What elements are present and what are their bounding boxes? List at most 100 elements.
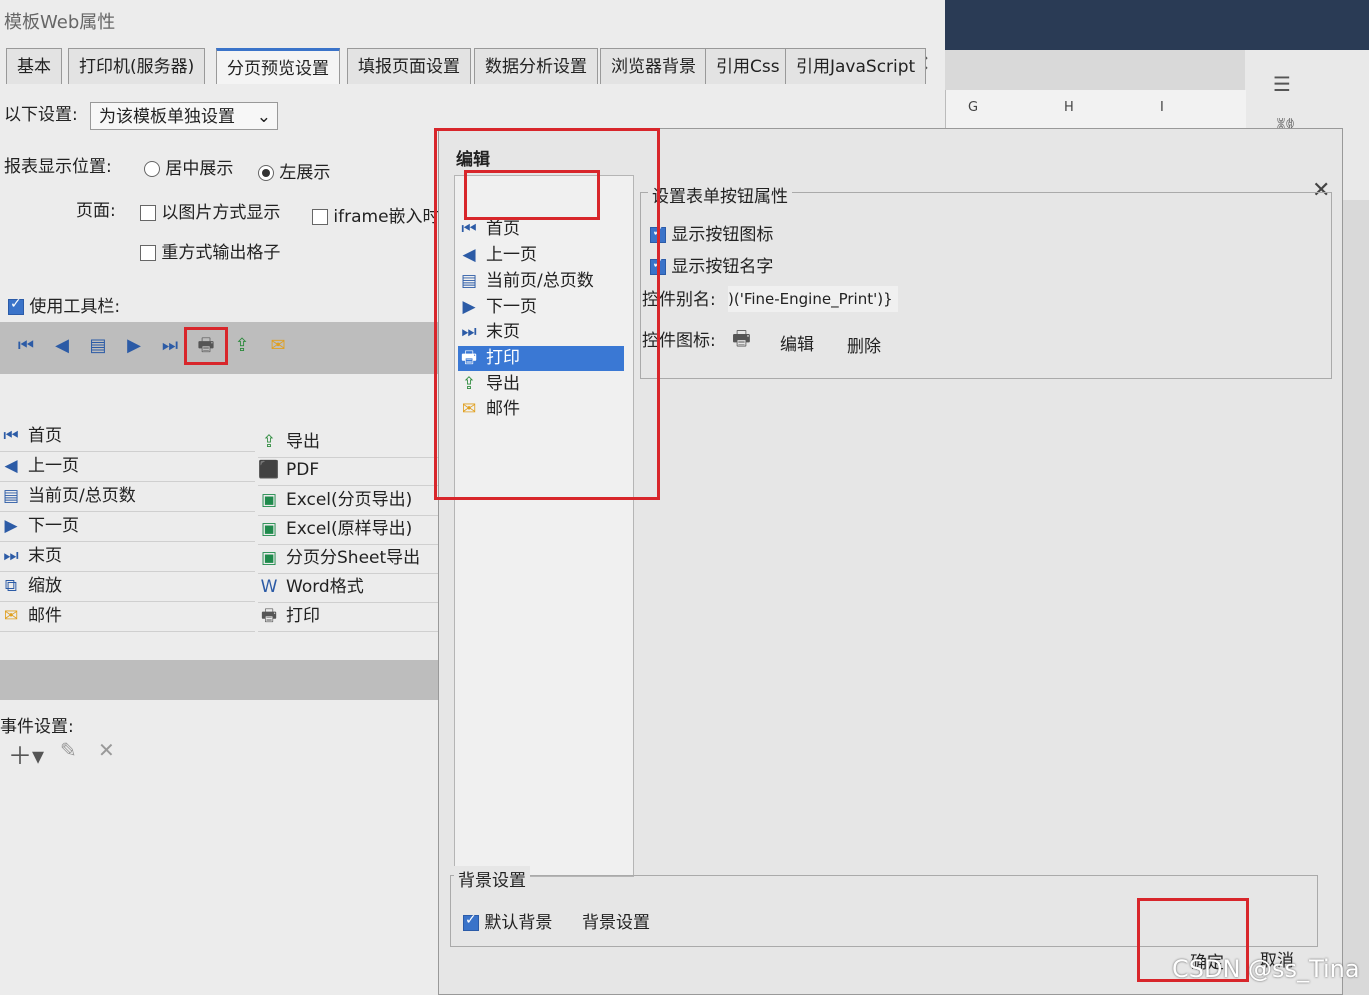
list-item[interactable]: ⇪ 导出 — [258, 428, 443, 458]
edit-icon[interactable]: ✎ — [60, 738, 77, 762]
export-icon: ⇪ — [261, 432, 277, 452]
highlight-order-controls — [464, 170, 600, 220]
window-title: 模板Web属性 — [4, 12, 116, 33]
list-item[interactable]: W Word格式 — [258, 573, 443, 603]
list-item[interactable]: ◀ 上一页 — [0, 452, 255, 482]
list-item-label: 末页 — [28, 546, 62, 566]
first-page-icon: ⏮ — [3, 426, 19, 446]
page-count-icon: ▤ — [2, 486, 20, 506]
list-item-label: Word格式 — [286, 577, 364, 597]
word-icon: W — [260, 577, 278, 597]
list-item[interactable]: ⏭ 末页 — [0, 542, 255, 572]
list-item[interactable]: ▣ Excel(原样导出) — [258, 515, 443, 545]
checkbox[interactable] — [140, 245, 156, 261]
checkbox-image-label: 以图片方式显示 — [161, 203, 281, 223]
page-count-icon[interactable]: ▤ — [84, 332, 112, 360]
checkbox-iframe[interactable]: iframe嵌入时 — [312, 202, 440, 227]
add-icon[interactable]: ＋▾ — [8, 736, 44, 771]
export-icon[interactable]: ⇪ — [228, 332, 256, 360]
checkbox-default-bg[interactable]: 默认背景 — [463, 908, 552, 933]
list-item[interactable]: ⧉ 缩放 — [0, 572, 255, 602]
background-settings-button[interactable]: 背景设置 — [582, 908, 650, 933]
list-item[interactable]: ⏮ 首页 — [0, 422, 255, 452]
edit-button[interactable]: 编辑 — [780, 330, 814, 355]
column-header-g[interactable]: G — [968, 100, 978, 115]
checkbox-image-display[interactable]: 以图片方式显示 — [140, 198, 280, 223]
tab-fill-page[interactable]: 填报页面设置 — [347, 48, 471, 84]
list-item-label: Excel(分页导出) — [286, 490, 413, 510]
settings-select-value: 为该模板单独设置 — [99, 107, 235, 127]
column-header-h[interactable]: H — [1064, 100, 1074, 115]
tab-printer[interactable]: 打印机(服务器) — [68, 48, 206, 84]
excel-icon: ▣ — [260, 490, 278, 510]
list-item-label: Excel(原样导出) — [286, 519, 413, 539]
radio-button[interactable] — [258, 165, 274, 181]
format-icon[interactable]: ☰ — [1273, 72, 1291, 96]
checkbox-show-name[interactable]: 显示按钮名字 — [650, 252, 773, 277]
list-item[interactable]: ▣ 分页分Sheet导出 — [258, 544, 443, 574]
excel-icon: ▣ — [260, 548, 278, 568]
checkbox-repeat-grid[interactable]: 重方式输出格子 — [140, 238, 280, 263]
tab-css[interactable]: 引用Css — [705, 48, 791, 84]
list-item[interactable]: ▶ 下一页 — [0, 512, 255, 542]
print-icon: 🖶 — [260, 606, 278, 626]
tab-paging-preview[interactable]: 分页预览设置 — [216, 48, 340, 84]
watermark: CSDN @ss_Tina — [1172, 955, 1360, 983]
checkbox[interactable] — [312, 209, 328, 225]
settings-select[interactable]: 为该模板单独设置 ⌄ — [90, 102, 278, 130]
checkbox-repeat-label: 重方式输出格子 — [161, 243, 281, 263]
radio-center[interactable]: 居中展示 — [144, 154, 233, 179]
alias-input-value: )('Fine-Engine_Print')} — [728, 290, 893, 308]
settings-label: 以下设置: — [4, 105, 78, 125]
tab-browser-bg[interactable]: 浏览器背景 — [600, 48, 707, 84]
tab-javascript[interactable]: 引用JavaScript — [785, 48, 927, 84]
events-label: 事件设置: — [0, 717, 74, 737]
list-item[interactable]: 🖶 打印 — [258, 602, 443, 632]
last-page-icon[interactable]: ⏭ — [156, 332, 184, 360]
next-page-icon: ▶ — [4, 516, 18, 536]
first-page-icon[interactable]: ⏮ — [12, 332, 40, 360]
alias-input[interactable]: )('Fine-Engine_Print')} — [728, 286, 898, 312]
delete-button[interactable]: 删除 — [847, 332, 881, 357]
radio-left[interactable]: 左展示 — [258, 158, 330, 183]
radio-center-label: 居中展示 — [165, 159, 234, 179]
list-item-label: 打印 — [286, 606, 320, 626]
divider-band — [0, 660, 445, 700]
checkbox-toolbar-label: 使用工具栏: — [29, 297, 121, 317]
list-item[interactable]: ⬛ PDF — [258, 456, 443, 486]
highlight-print-toolbar — [184, 327, 228, 365]
pdf-icon: ⬛ — [258, 460, 280, 480]
checkbox-use-toolbar[interactable]: 使用工具栏: — [8, 292, 120, 317]
column-header-i[interactable]: I — [1160, 100, 1164, 115]
list-item-label: 下一页 — [28, 516, 79, 536]
next-page-icon[interactable]: ▶ — [120, 332, 148, 360]
chevron-down-icon: ⌄ — [256, 107, 271, 127]
list-item-label: PDF — [286, 460, 320, 480]
checkbox-show-icon-label: 显示按钮图标 — [671, 225, 774, 245]
list-item-label: 当前页/总页数 — [28, 486, 136, 506]
checkbox[interactable] — [8, 296, 24, 315]
list-item-label: 邮件 — [28, 606, 62, 626]
list-item-label: 导出 — [286, 432, 320, 452]
list-item[interactable]: ▤ 当前页/总页数 — [0, 482, 255, 512]
background-strip — [945, 0, 1369, 50]
delete-icon[interactable]: ✕ — [98, 738, 115, 762]
radio-button[interactable] — [144, 161, 160, 177]
tab-basic[interactable]: 基本 — [6, 48, 62, 84]
list-item[interactable]: ▣ Excel(分页导出) — [258, 486, 443, 516]
tab-data-analysis[interactable]: 数据分析设置 — [474, 48, 598, 84]
checkbox-show-name-label: 显示按钮名字 — [671, 257, 774, 277]
list-item-label: 分页分Sheet导出 — [286, 548, 421, 568]
checkbox[interactable] — [140, 205, 156, 221]
list-item-label: 首页 — [28, 426, 62, 446]
group-title: 背景设置 — [454, 866, 530, 891]
checkbox[interactable] — [463, 912, 479, 931]
list-item[interactable]: ✉ 邮件 — [0, 602, 255, 632]
radio-left-label: 左展示 — [279, 163, 331, 183]
group-title: 设置表单按钮属性 — [648, 182, 792, 207]
mail-icon[interactable]: ✉ — [264, 332, 292, 360]
prev-page-icon[interactable]: ◀ — [48, 332, 76, 360]
prev-page-icon: ◀ — [4, 456, 18, 476]
position-label: 报表显示位置: — [4, 157, 112, 177]
checkbox-show-icon[interactable]: 显示按钮图标 — [650, 220, 773, 245]
